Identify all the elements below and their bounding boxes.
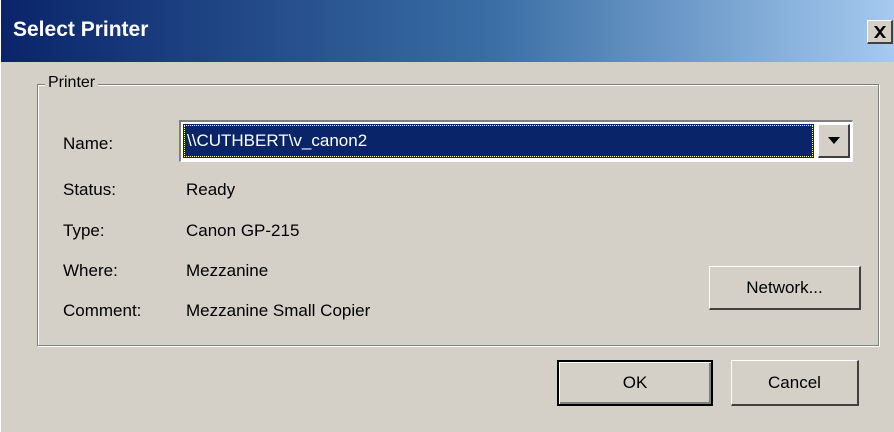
cancel-button[interactable]: Cancel	[731, 360, 859, 406]
comment-label: Comment:	[63, 301, 142, 320]
chevron-down-icon	[827, 136, 840, 144]
title-bar[interactable]: Select Printer	[1, 0, 894, 62]
name-label: Name:	[63, 134, 114, 153]
printer-group-legend: Printer	[45, 74, 99, 92]
type-label: Type:	[63, 221, 105, 240]
select-printer-dialog: Select Printer Printer Name: \\CUTHBERT\…	[0, 0, 894, 432]
ok-button[interactable]: OK	[557, 360, 713, 406]
status-value: Ready	[186, 180, 236, 199]
network-button[interactable]: Network...	[709, 266, 861, 310]
printer-name-combobox[interactable]: \\CUTHBERT\v_canon2	[179, 120, 853, 162]
status-label: Status:	[63, 180, 116, 199]
close-icon	[873, 25, 886, 38]
printer-name-selected-value[interactable]: \\CUTHBERT\v_canon2	[183, 124, 814, 158]
window-title: Select Printer	[13, 18, 149, 41]
close-button[interactable]	[867, 20, 893, 44]
type-value: Canon GP-215	[186, 221, 300, 240]
dropdown-button[interactable]	[818, 124, 850, 158]
where-value: Mezzanine	[186, 261, 269, 280]
comment-value: Mezzanine Small Copier	[186, 301, 371, 320]
where-label: Where:	[63, 261, 118, 280]
